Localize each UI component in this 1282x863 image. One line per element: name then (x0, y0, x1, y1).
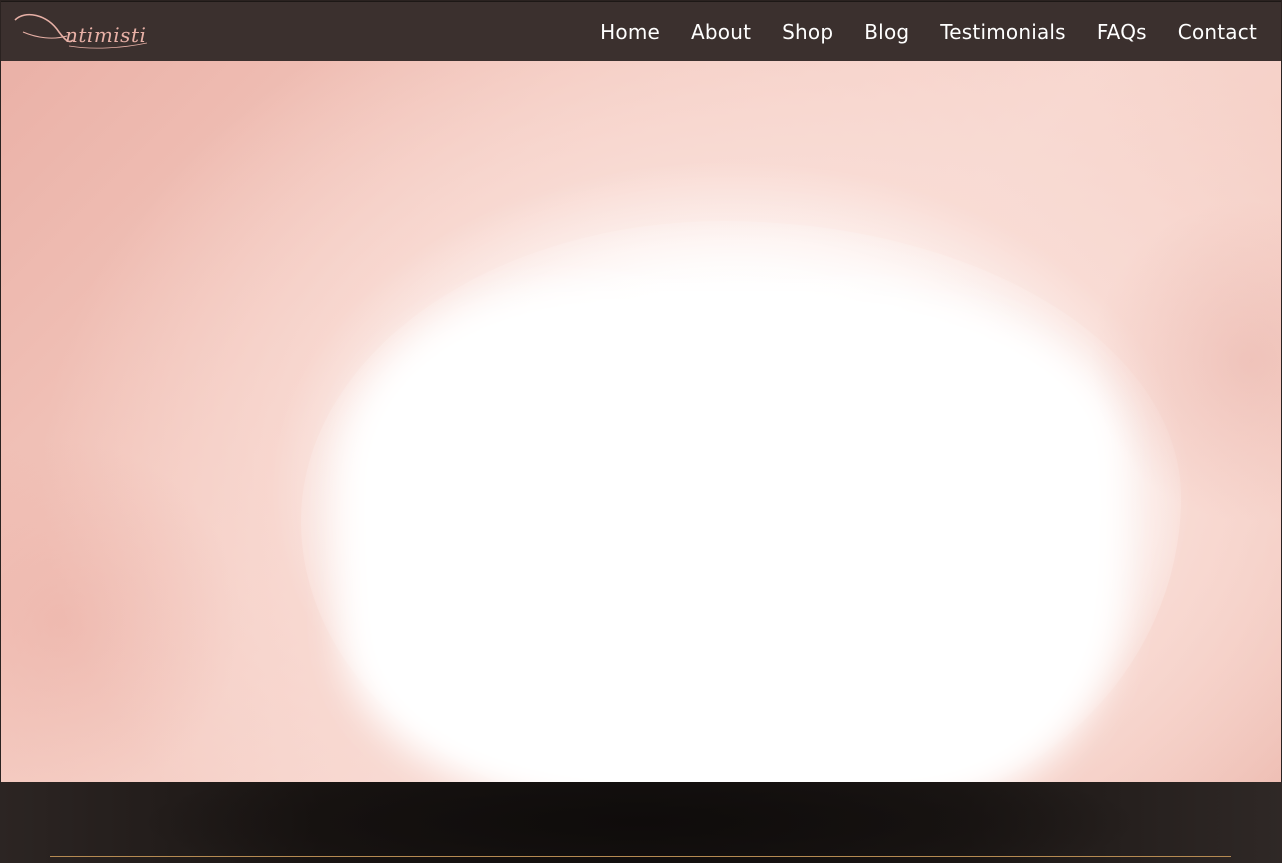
site-header: ntimisti Home About Shop Blog Testimonia… (1, 1, 1281, 61)
nav-item-blog[interactable]: Blog (864, 20, 909, 44)
brand-logo[interactable]: ntimisti (13, 10, 153, 54)
nav-item-contact[interactable]: Contact (1178, 20, 1257, 44)
nav-item-home[interactable]: Home (600, 20, 660, 44)
svg-text:ntimisti: ntimisti (65, 23, 146, 47)
nav-item-testimonials[interactable]: Testimonials (940, 20, 1066, 44)
page: ntimisti Home About Shop Blog Testimonia… (0, 0, 1282, 863)
gold-divider (50, 856, 1231, 857)
dark-section (0, 782, 1282, 863)
nav-item-shop[interactable]: Shop (782, 20, 833, 44)
logo-script-icon: ntimisti (14, 13, 148, 49)
nav-item-about[interactable]: About (691, 20, 751, 44)
hero-shading (1, 61, 1281, 782)
main-nav: Home About Shop Blog Testimonials FAQs C… (600, 2, 1257, 62)
hero-banner (1, 61, 1281, 782)
nav-item-faqs[interactable]: FAQs (1097, 20, 1147, 44)
